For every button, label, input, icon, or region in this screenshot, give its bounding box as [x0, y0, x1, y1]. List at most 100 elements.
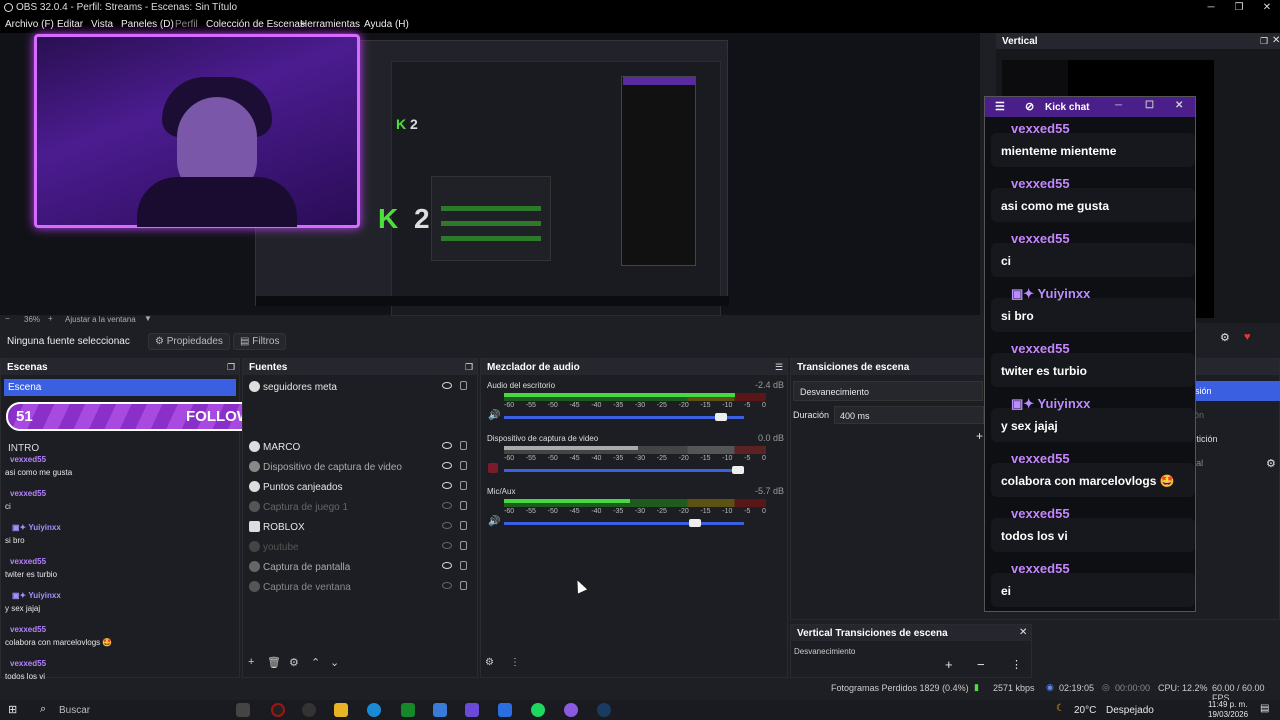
speaker-icon[interactable]: 🔊	[488, 410, 500, 421]
volume-knob[interactable]	[688, 519, 701, 527]
weather-icon: ☾	[1056, 703, 1065, 714]
dock-close-icon[interactable]: ✕	[1272, 35, 1280, 46]
menu-archivo[interactable]: Archivo (F)	[5, 19, 54, 30]
add-transition-icon[interactable]: +	[976, 429, 983, 443]
volume-slider[interactable]	[504, 466, 744, 474]
add-source-icon[interactable]: +	[248, 656, 254, 668]
remove-source-icon[interactable]: 🗑	[267, 656, 281, 669]
filters-button[interactable]: ▤ Filtros	[233, 333, 287, 350]
mixer-menu-icon[interactable]: ☰	[775, 362, 783, 373]
edge-icon[interactable]	[367, 703, 381, 717]
spotify-icon[interactable]	[531, 703, 545, 717]
menu-perfil[interactable]: Perfil	[175, 19, 198, 30]
lock-icon[interactable]	[460, 461, 467, 470]
add-vtransition-icon[interactable]: +	[945, 657, 953, 672]
vtrans-more-icon[interactable]: ⋮	[1011, 658, 1022, 671]
speaker-icon[interactable]: 🔊	[488, 516, 500, 527]
source-youtube[interactable]: youtube	[246, 538, 472, 558]
opera-icon[interactable]	[271, 703, 285, 717]
menu-herramientas[interactable]: Herramientas	[300, 19, 360, 30]
move-down-icon[interactable]: ⌄	[330, 656, 339, 669]
minimize-icon[interactable]: ─	[1198, 0, 1224, 16]
visibility-icon[interactable]	[442, 562, 452, 569]
visibility-icon[interactable]	[442, 442, 452, 449]
visibility-off-icon[interactable]	[442, 522, 452, 529]
volume-knob[interactable]	[732, 466, 744, 474]
visibility-icon[interactable]	[442, 462, 452, 469]
remove-vtransition-icon[interactable]: −	[977, 657, 985, 672]
virtualcam-settings-icon[interactable]: ⚙	[1266, 457, 1276, 470]
scenes-float-icon[interactable]: ❐	[227, 362, 235, 373]
fit-window-button[interactable]: Ajustar a la ventana	[65, 315, 136, 324]
menu-coleccion[interactable]: Colección de Escenas	[206, 19, 305, 30]
lock-icon[interactable]	[460, 441, 467, 450]
taskbar-search[interactable]: Buscar	[59, 705, 90, 716]
transition-select[interactable]: Desvanecimiento	[793, 381, 983, 401]
close-icon[interactable]: ✕	[1254, 0, 1280, 16]
kick-close-icon[interactable]: ✕	[1175, 100, 1183, 111]
obs-taskbar-icon[interactable]	[302, 703, 316, 717]
visibility-off-icon[interactable]	[442, 582, 452, 589]
notification-icon[interactable]: ▤	[1260, 703, 1269, 714]
source-seguidores-meta[interactable]: seguidores meta	[246, 378, 472, 398]
zoom-dropdown-icon[interactable]: ▼	[144, 314, 152, 323]
properties-button[interactable]: ⚙ Propiedades	[148, 333, 230, 350]
visibility-off-icon[interactable]	[442, 542, 452, 549]
source-roblox[interactable]: ROBLOX	[246, 518, 472, 538]
volume-knob[interactable]	[715, 413, 728, 421]
menu-vista[interactable]: Vista	[91, 19, 113, 30]
taskview-icon[interactable]	[236, 703, 250, 717]
mixer-more-icon[interactable]: ⋮	[510, 657, 520, 668]
move-up-icon[interactable]: ⌃	[311, 656, 320, 669]
folder-icon[interactable]	[334, 703, 348, 717]
sources-float-icon[interactable]: ❐	[465, 362, 473, 373]
mail-icon[interactable]	[498, 703, 512, 717]
lock-icon[interactable]	[460, 481, 467, 490]
lock-icon[interactable]	[460, 581, 467, 590]
chat-msg: ci	[5, 502, 11, 511]
muted-speaker-icon[interactable]	[488, 463, 498, 473]
source-captura-ventana[interactable]: Captura de ventana	[246, 578, 472, 598]
source-captura-pantalla[interactable]: Captura de pantalla	[246, 558, 472, 578]
kick-minimize-icon[interactable]: ─	[1115, 100, 1122, 111]
windows-start-icon[interactable]: ⊞	[8, 703, 17, 716]
source-marco[interactable]: MARCO	[246, 438, 472, 458]
copilot-icon[interactable]	[465, 703, 479, 717]
heart-icon[interactable]: ♥	[1244, 331, 1251, 343]
gear-icon[interactable]: ⚙	[1220, 331, 1230, 344]
menu-ayuda[interactable]: Ayuda (H)	[364, 19, 409, 30]
mixer-settings-icon[interactable]: ⚙	[485, 657, 494, 668]
scene-item-escena[interactable]: Escena	[4, 379, 236, 396]
store-icon[interactable]	[433, 703, 447, 717]
source-captura-video[interactable]: Dispositivo de captura de video	[246, 458, 472, 478]
source-puntos[interactable]: Puntos canjeados	[246, 478, 472, 498]
visibility-off-icon[interactable]	[442, 502, 452, 509]
vtransition-select[interactable]: Desvanecimiento	[794, 647, 1030, 655]
lock-icon[interactable]	[460, 541, 467, 550]
menu-paneles[interactable]: Paneles (D)	[121, 19, 174, 30]
lock-icon[interactable]	[460, 381, 467, 390]
xbox-icon[interactable]	[401, 703, 415, 717]
hamburger-icon[interactable]: ☰	[995, 100, 1005, 113]
maximize-icon[interactable]: ❐	[1226, 0, 1252, 16]
source-captura-juego[interactable]: Captura de juego 1	[246, 498, 472, 518]
twitch-icon[interactable]	[564, 703, 578, 717]
float-icon[interactable]: ❐	[1260, 36, 1268, 47]
visibility-icon[interactable]	[442, 482, 452, 489]
duration-input[interactable]: 400 ms	[834, 406, 984, 424]
properties-bar: Ninguna fuente seleccionac ⚙ Propiedades…	[0, 330, 980, 352]
chat-user: vexxed55	[10, 625, 47, 634]
search-icon[interactable]: ⌕	[40, 703, 46, 716]
steam-icon[interactable]	[597, 703, 611, 717]
webcam-frame	[34, 34, 360, 228]
vtrans-close-icon[interactable]: ✕	[1019, 627, 1027, 638]
volume-slider[interactable]	[504, 413, 744, 421]
volume-slider[interactable]	[504, 519, 744, 527]
lock-icon[interactable]	[460, 501, 467, 510]
menu-editar[interactable]: Editar	[57, 19, 83, 30]
lock-icon[interactable]	[460, 561, 467, 570]
kick-maximize-icon[interactable]: ☐	[1145, 100, 1154, 111]
visibility-icon[interactable]	[442, 382, 452, 389]
source-settings-icon[interactable]: ⚙	[289, 656, 299, 669]
lock-icon[interactable]	[460, 521, 467, 530]
